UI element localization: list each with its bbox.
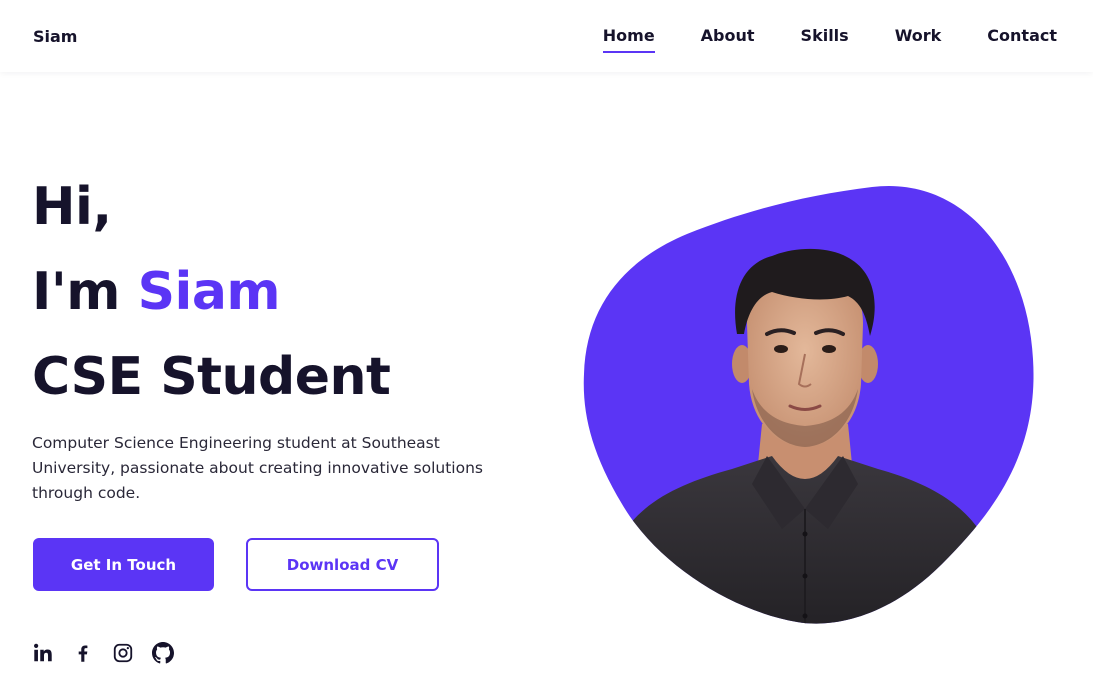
site-logo[interactable]: Siam: [33, 27, 77, 46]
shirt-button: [802, 613, 808, 619]
nav-work-link[interactable]: Work: [895, 26, 942, 45]
main-nav: Home About Skills Work Contact: [602, 26, 1057, 53]
shirt-button: [802, 531, 808, 537]
hero-intro-line: I'm Siam: [32, 250, 390, 335]
shirt-button: [802, 573, 808, 579]
facebook-icon[interactable]: [72, 642, 94, 664]
person-eye-right: [822, 345, 836, 353]
hero-title: Hi, I'm Siam CSE Student: [32, 165, 391, 420]
hero-greeting: Hi,: [32, 177, 112, 237]
hero-role: CSE Student: [32, 347, 391, 407]
hero-name: Siam: [137, 262, 281, 322]
get-in-touch-button[interactable]: Get In Touch: [33, 538, 214, 591]
linkedin-icon[interactable]: [32, 642, 54, 664]
github-icon[interactable]: [152, 642, 174, 664]
site-header: Siam Home About Skills Work Contact: [0, 0, 1093, 72]
nav-contact-link[interactable]: Contact: [987, 26, 1057, 45]
social-links: [32, 642, 174, 664]
person-eye-left: [774, 345, 788, 353]
download-cv-button[interactable]: Download CV: [246, 538, 439, 591]
nav-about-link[interactable]: About: [701, 26, 755, 45]
hero-intro-prefix: I'm: [32, 262, 120, 322]
nav-skills-link[interactable]: Skills: [801, 26, 849, 45]
hero-description: Computer Science Engineering student at …: [32, 434, 483, 502]
nav-home-link[interactable]: Home: [602, 26, 655, 53]
profile-photo: [582, 184, 1036, 626]
instagram-icon[interactable]: [112, 642, 134, 664]
